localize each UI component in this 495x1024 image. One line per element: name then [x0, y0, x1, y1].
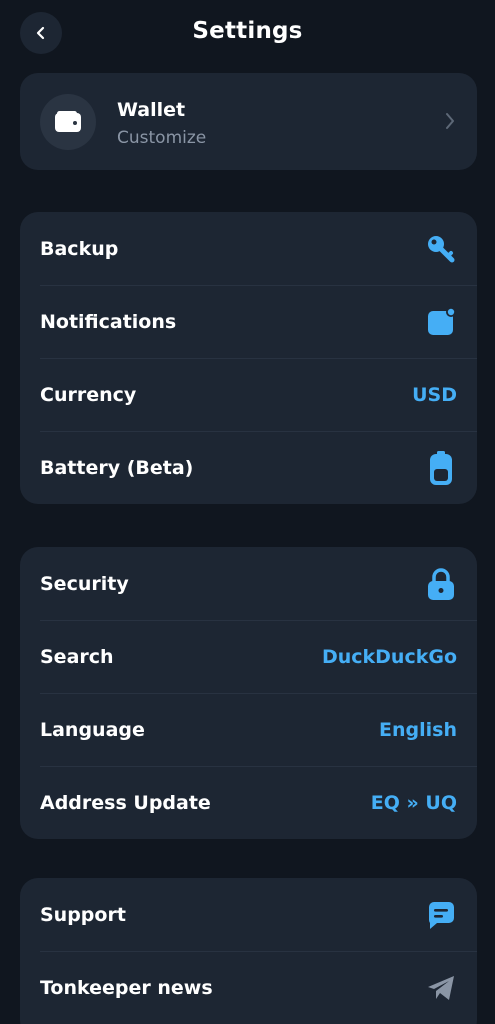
settings-item-label: Language [40, 718, 145, 741]
header: Settings [0, 0, 495, 70]
settings-item-tonkeeper-news[interactable]: Tonkeeper news [20, 951, 477, 1024]
settings-item-label: Security [40, 572, 129, 595]
settings-group-preferences: Security Search DuckDuckGo Language Engl… [20, 547, 477, 839]
settings-item-label: Search [40, 645, 114, 668]
settings-item-label: Tonkeeper news [40, 976, 213, 999]
key-icon [425, 233, 457, 265]
search-engine-value: DuckDuckGo [321, 645, 457, 668]
settings-item-language[interactable]: Language English [20, 693, 477, 766]
chevron-right-icon [446, 113, 454, 129]
lock-icon [425, 567, 457, 600]
settings-item-label: Address Update [40, 791, 211, 814]
wallet-name: Wallet [117, 99, 186, 121]
wallet-icon [55, 111, 81, 132]
settings-item-label: Currency [40, 383, 137, 406]
wallet-avatar [40, 94, 96, 150]
wallet-subtitle: Customize [117, 128, 207, 148]
address-update-value: EQ » UQ [370, 791, 457, 814]
settings-item-label: Notifications [40, 310, 177, 333]
settings-group-general: Backup Notifications Currency USD Batter… [20, 212, 477, 504]
settings-item-notifications[interactable]: Notifications [20, 285, 477, 358]
settings-item-backup[interactable]: Backup [20, 212, 477, 285]
page-title: Settings [192, 18, 303, 44]
settings-item-security[interactable]: Security [20, 547, 477, 620]
notification-icon [425, 306, 457, 338]
settings-item-label: Support [40, 903, 126, 926]
settings-item-battery[interactable]: Battery (Beta) [20, 431, 477, 504]
battery-icon [425, 450, 457, 485]
wallet-card[interactable]: Wallet Customize [20, 73, 477, 170]
settings-item-currency[interactable]: Currency USD [20, 358, 477, 431]
settings-item-label: Battery (Beta) [40, 456, 194, 479]
settings-item-support[interactable]: Support [20, 878, 477, 951]
currency-value: USD [412, 383, 457, 406]
settings-item-address-update[interactable]: Address Update EQ » UQ [20, 766, 477, 839]
telegram-icon [425, 972, 457, 1004]
settings-group-info: Support Tonkeeper news [20, 878, 477, 1024]
settings-item-search[interactable]: Search DuckDuckGo [20, 620, 477, 693]
language-value: English [379, 718, 457, 741]
settings-item-label: Backup [40, 237, 119, 260]
chat-icon [425, 899, 457, 931]
